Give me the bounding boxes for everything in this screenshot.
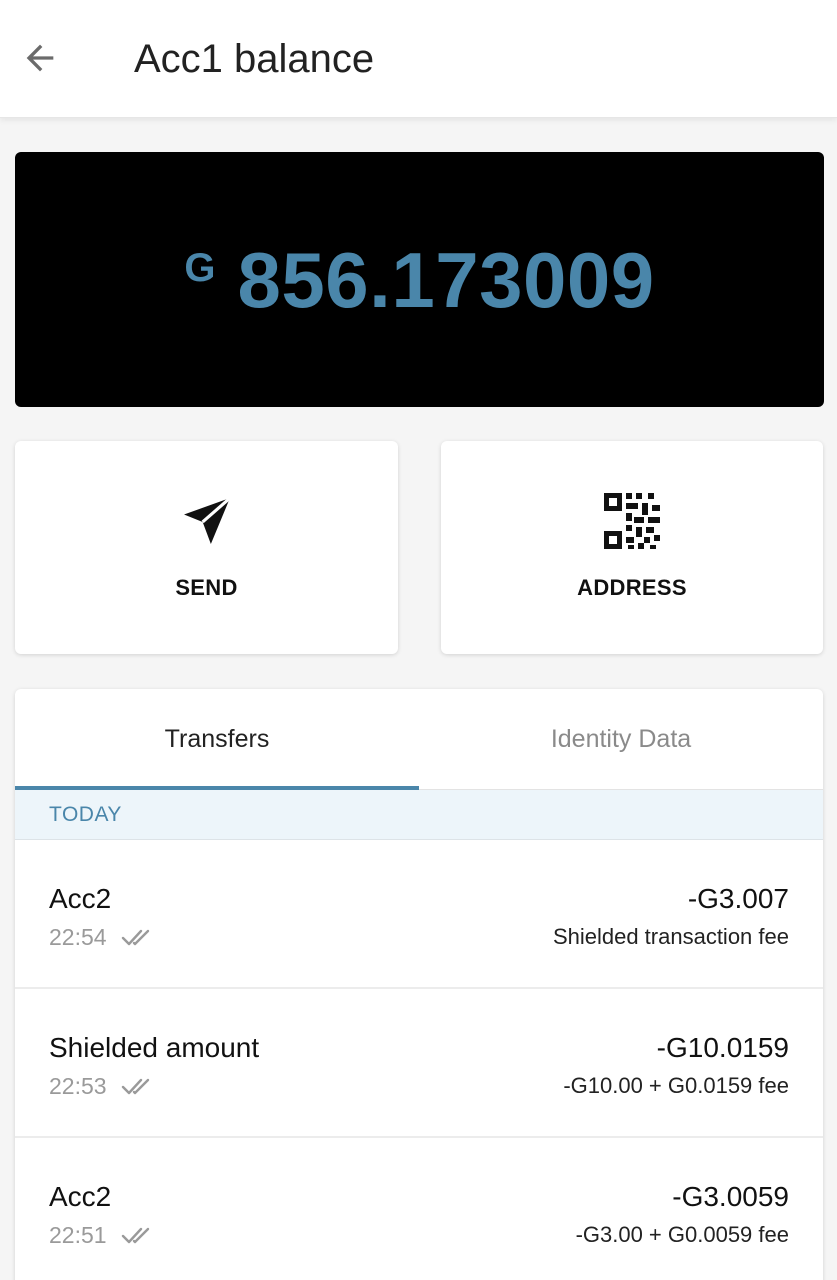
transfer-name: Acc2 <box>49 883 112 914</box>
page-title: Acc1 balance <box>134 37 375 81</box>
tab-identity-data[interactable]: Identity Data <box>419 689 823 789</box>
transfer-meta: 22:54 <box>49 924 155 951</box>
arrow-back-icon <box>26 44 54 72</box>
transfer-detail: -G10.00 + G0.0159 fee <box>563 1073 789 1098</box>
balance-amount: 856.173009 <box>237 235 655 324</box>
qr-code-icon <box>602 491 662 551</box>
send-button[interactable]: SEND <box>15 441 398 654</box>
transfer-amount: -G3.0059 <box>672 1181 789 1212</box>
transfer-time: 22:51 <box>49 1222 107 1248</box>
app-bar: Acc1 balance <box>0 0 837 118</box>
transfer-name: Shielded amount <box>49 1032 260 1063</box>
transfer-amount: -G10.0159 <box>656 1032 789 1063</box>
transfer-meta: 22:53 <box>49 1073 155 1100</box>
send-label: SEND <box>175 575 238 600</box>
tab-bar: Transfers Identity Data <box>15 689 823 790</box>
transfer-row[interactable]: Acc2 22:54 -G3.007 Shielded transaction … <box>15 840 823 989</box>
transfer-amount: -G3.007 <box>687 883 789 914</box>
double-check-icon <box>121 928 155 948</box>
double-check-icon <box>121 1077 155 1097</box>
address-label: ADDRESS <box>577 575 687 600</box>
transfers-panel: Transfers Identity Data TODAY Acc2 22:54… <box>15 689 823 1280</box>
double-check-icon <box>121 1226 155 1246</box>
transfer-detail: -G3.00 + G0.0059 fee <box>575 1222 789 1247</box>
address-button[interactable]: ADDRESS <box>441 441 823 654</box>
transfer-time: 22:54 <box>49 924 107 950</box>
tab-transfers[interactable]: Transfers <box>15 689 419 789</box>
transfer-row[interactable]: Shielded amount 22:53 -G10.0159 -G10.00 … <box>15 989 823 1138</box>
back-button[interactable] <box>12 30 68 86</box>
transfer-meta: 22:51 <box>49 1222 155 1249</box>
section-header-today: TODAY <box>15 790 823 840</box>
balance-display: G 856.173009 <box>184 238 654 322</box>
active-tab-indicator <box>15 786 419 790</box>
currency-symbol: G <box>184 245 216 290</box>
send-icon <box>177 491 237 551</box>
transfer-name: Acc2 <box>49 1181 112 1212</box>
transfer-detail: Shielded transaction fee <box>552 924 789 949</box>
transfer-time: 22:53 <box>49 1073 107 1099</box>
balance-card: G 856.173009 <box>15 152 824 407</box>
transfer-row[interactable]: Acc2 22:51 -G3.0059 -G3.00 + G0.0059 fee <box>15 1138 823 1280</box>
